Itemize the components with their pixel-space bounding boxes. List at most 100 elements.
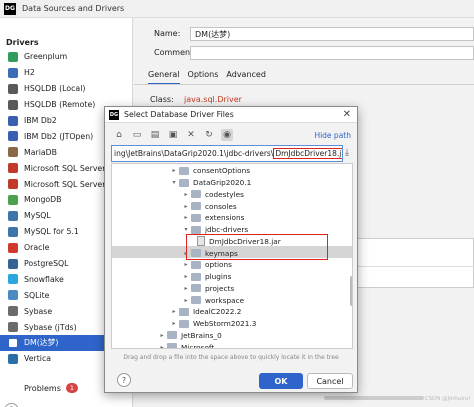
select-driver-files-dialog: DG Select Database Driver Files ✕ ⌂ ▭ ▤ … xyxy=(104,106,358,393)
tree-folder-item[interactable]: ▸ options xyxy=(182,259,232,271)
tree-item-label: Microsoft xyxy=(181,342,215,349)
jar-file-icon xyxy=(197,236,205,247)
sql-server-icon xyxy=(8,179,18,190)
chevron-right-icon[interactable]: ▸ xyxy=(182,191,190,198)
h2-icon xyxy=(8,67,18,78)
chevron-right-icon[interactable]: ▸ xyxy=(182,273,190,280)
cancel-button[interactable]: Cancel xyxy=(307,373,353,389)
download-icon[interactable]: ⤓ xyxy=(345,148,349,158)
new-folder-icon[interactable]: ▣ xyxy=(167,129,179,141)
tree-folder-item[interactable]: ▸ JetBrains_0 xyxy=(158,330,222,342)
horizontal-scrollbar[interactable] xyxy=(324,396,424,400)
problems-label: Problems xyxy=(24,383,61,393)
settings-tabs: General Options Advanced xyxy=(148,70,266,85)
driver-label: Greenplum xyxy=(24,52,68,62)
chevron-right-icon[interactable]: ▸ xyxy=(182,285,190,292)
tab-advanced[interactable]: Advanced xyxy=(226,70,266,85)
driver-label: Sybase xyxy=(24,306,53,316)
sidebar-item-driver[interactable]: H2 xyxy=(0,65,133,81)
class-value[interactable]: java.sql.Driver xyxy=(184,95,242,104)
close-icon[interactable]: ✕ xyxy=(343,109,351,120)
name-input[interactable]: DM(达梦) xyxy=(190,27,474,41)
driver-label: MySQL xyxy=(24,211,51,221)
chevron-right-icon[interactable]: ▸ xyxy=(182,297,190,304)
chevron-down-icon[interactable]: ▾ xyxy=(182,226,190,233)
help-button[interactable]: ? xyxy=(4,403,19,407)
comment-input[interactable] xyxy=(190,46,474,60)
tree-item-label: consoles xyxy=(205,201,237,211)
tree-folder-item[interactable]: ▸ extensions xyxy=(182,212,244,224)
greenplum-icon xyxy=(8,51,18,62)
tree-item-label: projects xyxy=(205,283,235,293)
driver-label: SQLite xyxy=(24,290,50,300)
dialog-help-button[interactable]: ? xyxy=(117,373,131,387)
chevron-right-icon[interactable]: ▸ xyxy=(182,250,190,257)
chevron-down-icon[interactable]: ▾ xyxy=(170,179,178,186)
chevron-right-icon[interactable]: ▸ xyxy=(182,214,190,221)
folder-icon xyxy=(167,331,177,340)
chevron-right-icon[interactable]: ▸ xyxy=(158,332,166,339)
tree-folder-item[interactable]: ▸ projects xyxy=(182,283,234,295)
driver-label: Snowflake xyxy=(24,274,64,284)
tab-general[interactable]: General xyxy=(148,70,180,85)
driver-label: H2 xyxy=(24,68,35,78)
vertica-icon xyxy=(8,353,18,364)
tree-file-item[interactable]: DmJdbcDriver18.jar xyxy=(194,236,281,248)
sybase-icon xyxy=(8,322,18,333)
tree-folder-item[interactable]: ▸ Microsoft xyxy=(158,341,215,349)
driver-label: Microsoft SQL Server xyxy=(24,179,106,189)
folder-icon xyxy=(167,343,177,348)
tree-folder-item[interactable]: ▸ consoles xyxy=(182,200,237,212)
postgresql-icon xyxy=(8,258,18,269)
tree-folder-item[interactable]: ▾ DataGrip2020.1 xyxy=(170,177,251,189)
snowflake-icon xyxy=(8,274,18,285)
tree-item-label: JetBrains_0 xyxy=(181,330,222,340)
folder-icon xyxy=(191,260,201,269)
tree-folder-item[interactable]: ▸ WebStorm2021.3 xyxy=(170,318,256,330)
delete-icon[interactable]: ✕ xyxy=(185,129,197,141)
tab-options[interactable]: Options xyxy=(188,70,219,85)
driver-label: MariaDB xyxy=(24,147,58,157)
folder-icon xyxy=(191,225,201,234)
home-icon[interactable]: ⌂ xyxy=(113,129,125,141)
chevron-right-icon[interactable]: ▸ xyxy=(170,167,178,174)
tree-scrollbar[interactable] xyxy=(350,276,352,306)
mariadb-icon xyxy=(8,147,18,158)
tree-item-label: IdealC2022.2 xyxy=(193,307,242,317)
driver-label: DM(达梦) xyxy=(24,338,59,348)
project-folder-icon[interactable]: ▤ xyxy=(149,129,161,141)
tree-folder-item[interactable]: ▾ jdbc-drivers xyxy=(182,224,248,236)
tree-folder-item[interactable]: ▸ consentOptions xyxy=(170,165,250,177)
folder-icon xyxy=(191,296,201,305)
desktop-icon[interactable]: ▭ xyxy=(131,129,143,141)
chevron-right-icon[interactable]: ▸ xyxy=(182,261,190,268)
tree-folder-item[interactable]: ▸ keymaps xyxy=(182,247,238,259)
drop-hint: Drag and drop a file into the space abov… xyxy=(123,354,339,361)
tree-item-label: plugins xyxy=(205,272,232,282)
mysql-icon xyxy=(8,226,18,237)
ok-button[interactable]: OK xyxy=(259,373,303,389)
tree-folder-item[interactable]: ▸ plugins xyxy=(182,271,231,283)
chevron-right-icon[interactable]: ▸ xyxy=(182,203,190,210)
sidebar-item-driver[interactable]: HSQLDB (Local) xyxy=(0,81,133,97)
tree-item-label: keymaps xyxy=(205,248,238,258)
tree-folder-item[interactable]: ▸ IdealC2022.2 xyxy=(170,306,241,318)
datagrip-dialog-icon: DG xyxy=(109,109,119,120)
file-tree: ▸ consentOptions ▾ DataGrip2020.1 ▸ codestyle… xyxy=(111,163,353,349)
hide-path-link[interactable]: Hide path xyxy=(314,131,351,140)
tree-item-label: options xyxy=(205,260,232,270)
chevron-right-icon[interactable]: ▸ xyxy=(158,344,166,348)
sidebar-item-driver[interactable]: Greenplum xyxy=(0,49,133,65)
chevron-right-icon[interactable]: ▸ xyxy=(170,320,178,327)
tree-folder-item[interactable]: ▸ workspace xyxy=(182,294,244,306)
name-label: Name: xyxy=(154,29,181,38)
problems-link[interactable]: Problems 1 xyxy=(24,383,79,393)
path-selected-file: DmJdbcDriver18.jar xyxy=(273,148,342,159)
path-prefix: ing\JetBrains\DataGrip2020.1\jdbc-driver… xyxy=(114,149,274,158)
tree-folder-item[interactable]: ▸ codestyles xyxy=(182,189,243,201)
chevron-right-icon[interactable]: ▸ xyxy=(170,308,178,315)
path-input[interactable]: ing\JetBrains\DataGrip2020.1\jdbc-driver… xyxy=(111,145,343,162)
show-hidden-files-icon[interactable]: ◉ xyxy=(221,129,233,141)
folder-icon xyxy=(179,178,189,187)
refresh-icon[interactable]: ↻ xyxy=(203,129,215,141)
